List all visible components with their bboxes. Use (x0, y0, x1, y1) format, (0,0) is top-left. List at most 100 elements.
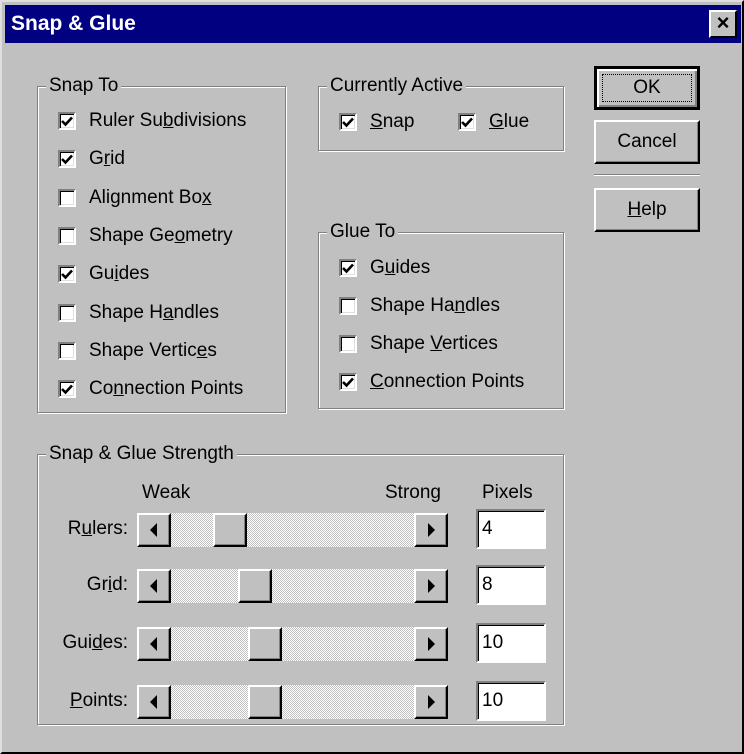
slider-thumb[interactable] (213, 513, 247, 547)
snap-to-label: Shape Handles (89, 301, 219, 323)
scroll-right-button[interactable] (414, 569, 448, 603)
glue-to-label: Connection Points (370, 371, 525, 392)
pixels-label: Pixels (482, 482, 533, 503)
scroll-left-button[interactable] (137, 513, 171, 547)
arrow-left-icon (150, 523, 157, 537)
scroll-right-button[interactable] (414, 685, 448, 719)
snap-to-item[interactable]: Alignment Box (58, 187, 212, 209)
snap-to-legend: Snap To (46, 74, 122, 98)
scroll-right-button[interactable] (414, 627, 448, 661)
pixels-input[interactable]: 10 (476, 623, 546, 663)
checkmark-icon (342, 117, 354, 127)
strength-row-label: Rulers: (67, 518, 128, 539)
scroll-left-button[interactable] (137, 627, 171, 661)
arrow-right-icon (428, 637, 435, 651)
snap-to-group: Snap To (37, 74, 286, 413)
help-button[interactable]: Help (594, 188, 700, 232)
close-button[interactable]: × (709, 10, 737, 38)
currently-active-item[interactable]: Glue (458, 111, 529, 133)
snap-to-label: Alignment Box (89, 186, 212, 208)
snap-to-item[interactable]: Grid (58, 148, 125, 170)
glue-to-checkbox[interactable] (339, 297, 357, 315)
checkmark-icon (61, 384, 73, 394)
scroll-right-button[interactable] (414, 513, 448, 547)
scroll-left-button[interactable] (137, 569, 171, 603)
slider-thumb[interactable] (238, 569, 272, 603)
snap-to-checkbox[interactable] (58, 265, 76, 284)
checkmark-icon (461, 117, 473, 127)
pixels-input[interactable]: 4 (476, 509, 546, 549)
snap-to-checkbox[interactable] (58, 341, 76, 360)
snap-to-checkbox[interactable] (58, 380, 76, 399)
pixels-input[interactable]: 10 (476, 681, 546, 721)
arrow-left-icon (150, 695, 157, 709)
snap-to-item[interactable]: Guides (58, 263, 149, 285)
pixels-input[interactable]: 8 (476, 565, 546, 605)
checkmark-icon (342, 263, 354, 273)
snap-to-item[interactable]: Connection Points (58, 378, 243, 400)
glue-to-item[interactable]: Guides (339, 257, 430, 279)
currently-active-label: Snap (370, 111, 415, 132)
snap-to-item[interactable]: Shape Geometry (58, 225, 233, 247)
snap-to-checkbox[interactable] (58, 188, 76, 207)
snap-to-label: Shape Vertices (89, 339, 217, 361)
ok-button[interactable]: OK (594, 66, 700, 110)
arrow-right-icon (428, 579, 435, 593)
title-bar: Snap & Glue × (5, 5, 741, 43)
help-label: Help (627, 199, 667, 220)
snap-to-label: Guides (89, 263, 150, 285)
snap-to-checkbox[interactable] (58, 303, 76, 322)
strength-legend: Snap & Glue Strength (46, 442, 237, 466)
glue-to-item[interactable]: Shape Handles (339, 295, 500, 317)
cancel-button[interactable]: Cancel (594, 120, 700, 164)
currently-active-legend: Currently Active (327, 74, 467, 98)
strength-slider[interactable] (137, 569, 448, 603)
arrow-left-icon (150, 579, 157, 593)
arrow-right-icon (428, 695, 435, 709)
checkmark-icon (61, 116, 73, 126)
cancel-label: Cancel (617, 131, 677, 152)
snap-to-label: Connection Points (89, 378, 244, 400)
glue-to-item[interactable]: Shape Vertices (339, 333, 498, 355)
glue-to-legend: Glue To (327, 220, 399, 244)
glue-to-checkbox[interactable] (339, 335, 357, 353)
snap-to-item[interactable]: Ruler Subdivisions (58, 110, 246, 132)
arrow-left-icon (150, 637, 157, 651)
snap-to-checkbox[interactable] (58, 226, 76, 245)
glue-to-item[interactable]: Connection Points (339, 371, 524, 393)
arrow-right-icon (428, 523, 435, 537)
glue-to-checkbox[interactable] (339, 373, 357, 391)
close-icon: × (716, 10, 730, 35)
glue-to-label: Shape Handles (370, 295, 500, 316)
checkmark-icon (61, 269, 73, 280)
glue-to-label: Shape Vertices (370, 333, 498, 354)
strength-row-label: Guides: (62, 632, 128, 653)
slider-thumb[interactable] (248, 685, 282, 719)
checkmark-icon (61, 154, 73, 165)
weak-label: Weak (142, 482, 191, 503)
strength-slider[interactable] (137, 627, 448, 661)
strong-label: Strong (385, 482, 441, 503)
dialog-title: Snap & Glue (11, 12, 136, 35)
snap-to-checkbox[interactable] (58, 150, 76, 169)
snap-to-item[interactable]: Shape Vertices (58, 340, 217, 362)
currently-active-checkbox[interactable] (339, 113, 357, 131)
strength-row-label: Grid: (86, 574, 128, 595)
currently-active-item[interactable]: Snap (339, 111, 414, 133)
strength-slider[interactable] (137, 685, 448, 719)
slider-thumb[interactable] (248, 627, 282, 661)
checkmark-icon (342, 377, 354, 387)
currently-active-checkbox[interactable] (458, 113, 476, 131)
button-separator (594, 174, 700, 176)
snap-to-label: Ruler Subdivisions (89, 110, 247, 131)
snap-to-label: Grid (89, 148, 125, 170)
snap-glue-dialog: Snap & Glue × Snap To Ruler Subdivisions… (0, 0, 744, 754)
currently-active-label: Glue (489, 111, 530, 132)
glue-to-checkbox[interactable] (339, 259, 357, 277)
focus-rectangle (602, 74, 692, 102)
strength-slider[interactable] (137, 513, 448, 547)
scroll-left-button[interactable] (137, 685, 171, 719)
snap-to-checkbox[interactable] (58, 112, 76, 130)
glue-to-label: Guides (370, 257, 431, 278)
snap-to-item[interactable]: Shape Handles (58, 302, 219, 324)
